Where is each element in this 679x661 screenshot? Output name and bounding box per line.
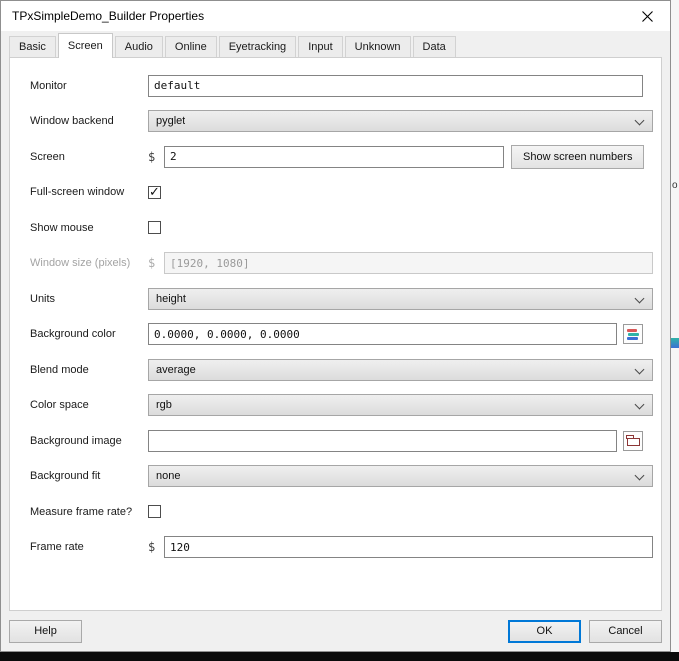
background-image-input[interactable]	[148, 430, 617, 452]
background-color-label: Background color	[30, 328, 148, 340]
color-space-label: Color space	[30, 399, 148, 411]
ok-button[interactable]: OK	[508, 620, 581, 643]
field-row-monitor: Monitor	[30, 68, 661, 104]
close-icon	[642, 11, 653, 22]
tab-unknown[interactable]: Unknown	[345, 36, 411, 57]
screen-label: Screen	[30, 151, 148, 163]
monitor-label: Monitor	[30, 80, 148, 92]
background-image-label: Background image	[30, 435, 148, 447]
frame-rate-input[interactable]	[164, 536, 653, 558]
folder-icon	[627, 438, 640, 446]
browse-image-button[interactable]	[623, 431, 643, 451]
tab-online[interactable]: Online	[165, 36, 217, 57]
color-space-dropdown[interactable]: rgb	[148, 394, 653, 416]
color-picker-icon	[627, 329, 637, 332]
window-title: TPxSimpleDemo_Builder Properties	[1, 9, 204, 23]
field-row-background-color: Background color	[30, 317, 661, 353]
close-button[interactable]	[624, 1, 670, 31]
field-row-blend-mode: Blend mode average	[30, 352, 661, 388]
properties-dialog: TPxSimpleDemo_Builder Properties BasicSc…	[0, 0, 671, 652]
background-fragment-text: o	[672, 180, 678, 191]
chevron-down-icon	[635, 400, 645, 410]
dropdown-value: none	[156, 470, 180, 482]
frame-rate-label: Frame rate	[30, 541, 148, 553]
show-mouse-checkbox[interactable]	[148, 221, 161, 234]
blend-mode-dropdown[interactable]: average	[148, 359, 653, 381]
title-bar: TPxSimpleDemo_Builder Properties	[1, 1, 670, 31]
fullscreen-label: Full-screen window	[30, 186, 148, 198]
code-prefix: $	[148, 256, 156, 270]
background-window-edge: o	[671, 0, 679, 652]
field-row-color-space: Color space rgb	[30, 388, 661, 424]
units-dropdown[interactable]: height	[148, 288, 653, 310]
window-size-label: Window size (pixels)	[30, 257, 148, 269]
show-mouse-label: Show mouse	[30, 222, 148, 234]
color-picker-button[interactable]	[623, 324, 643, 344]
blend-mode-label: Blend mode	[30, 364, 148, 376]
window-size-input	[164, 252, 653, 274]
chevron-down-icon	[635, 293, 645, 303]
screen-number-input[interactable]	[164, 146, 504, 168]
field-row-show-mouse: Show mouse	[30, 210, 661, 246]
dialog-footer: Help OK Cancel	[1, 611, 670, 651]
help-button[interactable]: Help	[9, 620, 82, 643]
code-prefix: $	[148, 150, 156, 164]
cancel-button[interactable]: Cancel	[589, 620, 662, 643]
field-row-fullscreen: Full-screen window	[30, 175, 661, 211]
field-row-window-backend: Window backend pyglet	[30, 104, 661, 140]
background-color-input[interactable]	[148, 323, 617, 345]
dropdown-value: average	[156, 364, 196, 376]
tab-bar: BasicScreenAudioOnlineEyetrackingInputUn…	[1, 31, 670, 57]
desktop-screen: TPxSimpleDemo_Builder Properties BasicSc…	[0, 0, 679, 661]
dropdown-value: rgb	[156, 399, 172, 411]
field-row-screen: Screen $ Show screen numbers	[30, 139, 661, 175]
fullscreen-checkbox[interactable]	[148, 186, 161, 199]
chevron-down-icon	[635, 116, 645, 126]
field-row-frame-rate: Frame rate $	[30, 530, 661, 566]
tab-eyetracking[interactable]: Eyetracking	[219, 36, 296, 57]
measure-frame-rate-label: Measure frame rate?	[30, 506, 148, 518]
window-backend-label: Window backend	[30, 115, 148, 127]
tab-data[interactable]: Data	[413, 36, 456, 57]
field-row-background-image: Background image	[30, 423, 661, 459]
tab-screen[interactable]: Screen	[58, 33, 113, 58]
show-screen-numbers-button[interactable]: Show screen numbers	[511, 145, 644, 169]
background-fragment-icon	[671, 338, 679, 348]
field-row-measure-frame-rate: Measure frame rate?	[30, 494, 661, 530]
dropdown-value: height	[156, 293, 186, 305]
dropdown-value: pyglet	[156, 115, 185, 127]
window-backend-dropdown[interactable]: pyglet	[148, 110, 653, 132]
settings-panel: Monitor Window backend pyglet Screen $	[9, 57, 662, 611]
field-row-background-fit: Background fit none	[30, 459, 661, 495]
tab-audio[interactable]: Audio	[115, 36, 163, 57]
code-prefix: $	[148, 540, 156, 554]
field-row-window-size: Window size (pixels) $	[30, 246, 661, 282]
field-row-units: Units height	[30, 281, 661, 317]
background-fit-label: Background fit	[30, 470, 148, 482]
tab-basic[interactable]: Basic	[9, 36, 56, 57]
chevron-down-icon	[635, 364, 645, 374]
monitor-input[interactable]	[148, 75, 643, 97]
measure-frame-rate-checkbox[interactable]	[148, 505, 161, 518]
chevron-down-icon	[635, 471, 645, 481]
background-fit-dropdown[interactable]: none	[148, 465, 653, 487]
tab-input[interactable]: Input	[298, 36, 342, 57]
units-label: Units	[30, 293, 148, 305]
